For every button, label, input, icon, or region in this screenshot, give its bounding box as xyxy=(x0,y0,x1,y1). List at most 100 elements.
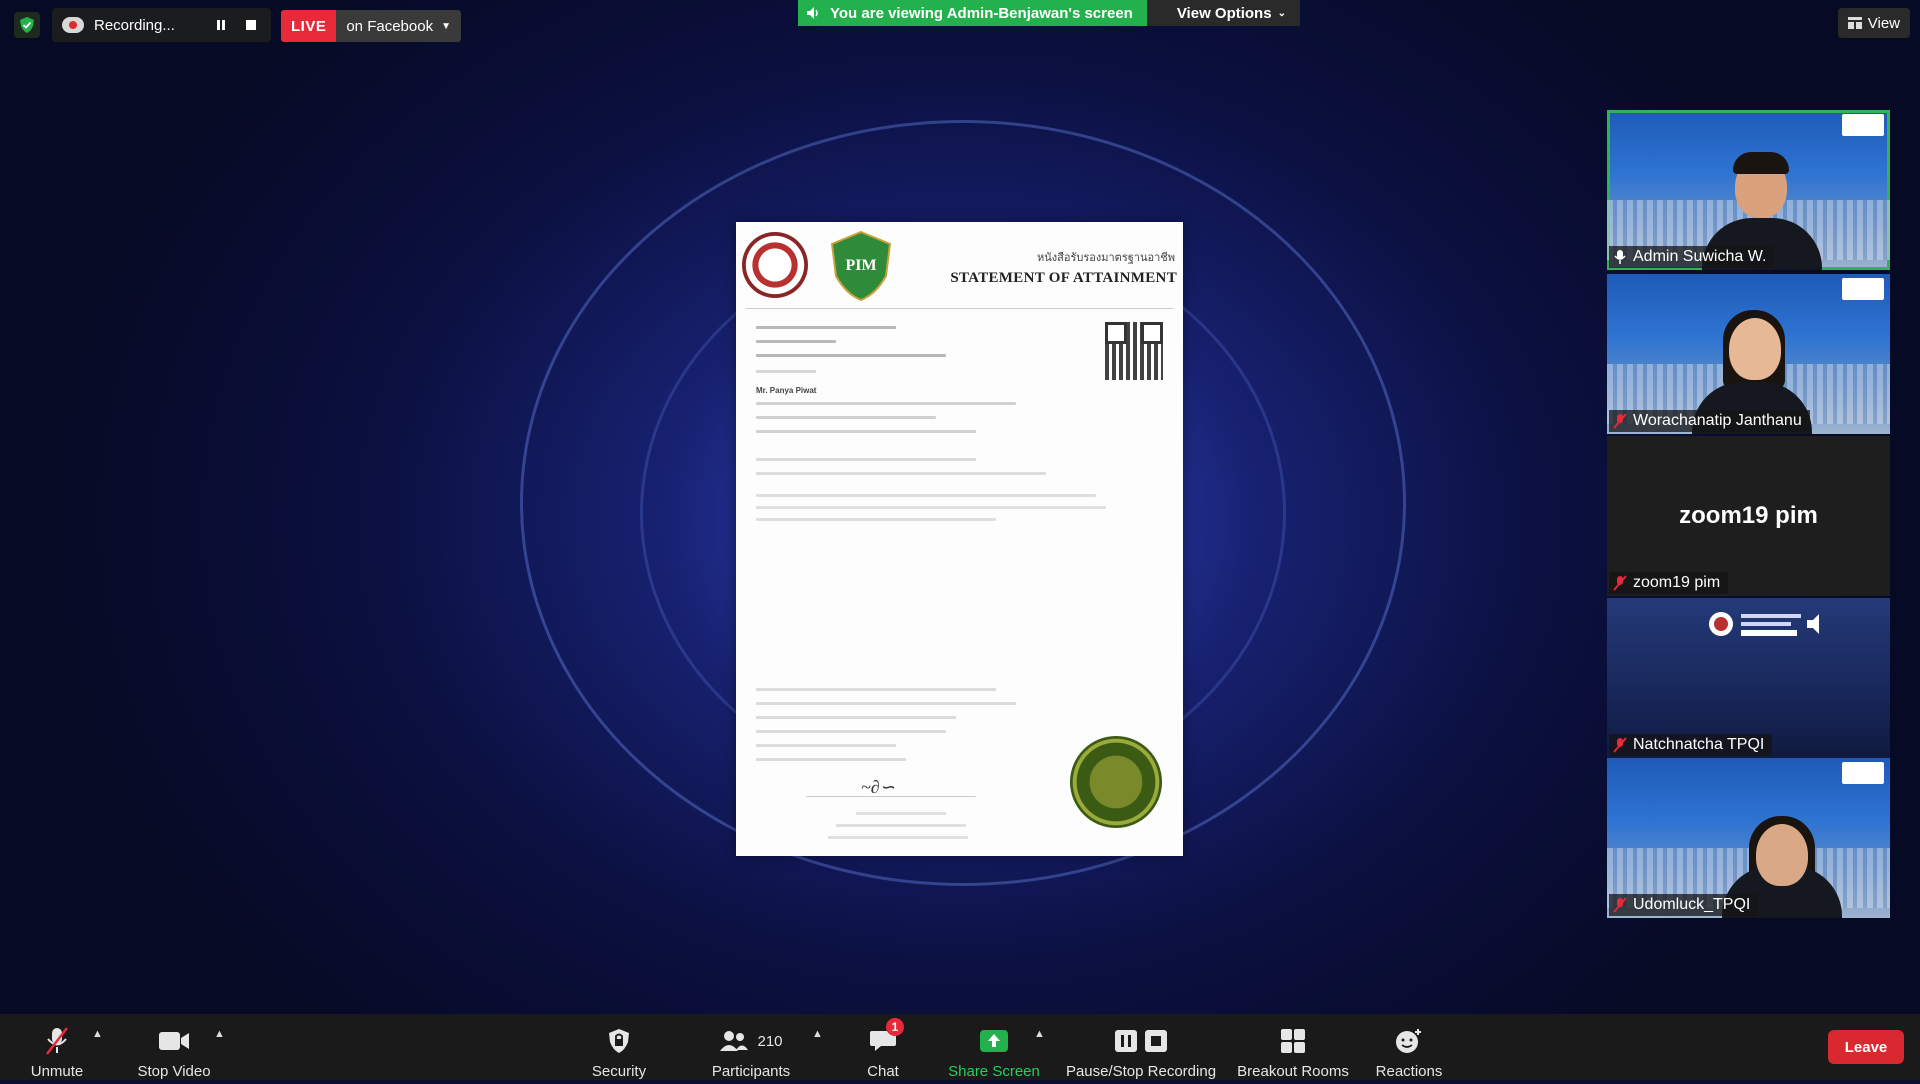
chat-label: Chat xyxy=(867,1063,899,1080)
participants-button[interactable]: 210 Participants xyxy=(706,1014,796,1084)
svg-text:PIM: PIM xyxy=(845,257,876,274)
gold-seal-stamp xyxy=(1070,736,1162,828)
signature-line xyxy=(806,796,976,797)
chat-notification-badge: 1 xyxy=(886,1018,904,1036)
pause-icon xyxy=(216,20,225,30)
participant-tile[interactable]: Natchnatcha TPQI xyxy=(1607,598,1890,758)
participant-tile[interactable]: zoom19 pim zoom19 pim xyxy=(1607,436,1890,596)
share-options-chevron-icon[interactable]: ▲ xyxy=(1034,1028,1045,1040)
live-destination-dropdown[interactable]: on Facebook ▼ xyxy=(336,10,461,42)
recipient-name: Mr. Panya Piwat xyxy=(756,386,817,395)
pause-recording-button[interactable] xyxy=(211,15,231,35)
participant-name: Worachanatip Janthanu xyxy=(1633,412,1802,429)
text-line xyxy=(756,494,1096,497)
background-logos xyxy=(1842,114,1884,136)
screen-share-banner: You are viewing Admin-Benjawan's screen … xyxy=(798,0,1300,26)
text-line xyxy=(828,836,968,839)
unmute-label: Unmute xyxy=(30,1063,84,1080)
caret-down-icon: ▼ xyxy=(441,20,451,32)
text-line xyxy=(756,758,906,761)
live-destination-text: on Facebook xyxy=(346,17,434,35)
text-line xyxy=(756,518,996,521)
chat-button[interactable]: 1 Chat xyxy=(856,1014,910,1084)
muted-microphone-icon xyxy=(1613,897,1627,913)
participant-name: zoom19 pim xyxy=(1633,574,1721,591)
reactions-button[interactable]: Reactions xyxy=(1372,1014,1446,1084)
share-screen-button[interactable]: Share Screen xyxy=(946,1014,1042,1084)
participant-name-label: Udomluck_TPQI xyxy=(1609,894,1759,916)
view-options-button[interactable]: View Options ⌄ xyxy=(1146,0,1300,26)
participant-name-label: Worachanatip Janthanu xyxy=(1609,410,1810,432)
participants-icon xyxy=(720,1031,749,1051)
chevron-down-icon: ⌄ xyxy=(1277,7,1286,19)
breakout-rooms-label: Breakout Rooms xyxy=(1237,1063,1349,1080)
participant-tile[interactable]: Admin Suwicha W. xyxy=(1607,110,1890,270)
text-line xyxy=(756,326,896,329)
security-label: Security xyxy=(591,1063,647,1080)
pim-shield-logo: PIM xyxy=(830,230,892,302)
participant-display-name: zoom19 pim xyxy=(1679,502,1818,529)
stop-icon xyxy=(245,20,256,30)
text-line xyxy=(856,812,946,815)
text-line xyxy=(756,506,1106,509)
participant-tile[interactable]: Udomluck_TPQI xyxy=(1607,758,1890,918)
text-line xyxy=(756,472,1046,475)
participants-label: Participants xyxy=(711,1063,791,1080)
viewing-message: You are viewing Admin-Benjawan's screen xyxy=(798,0,1147,26)
text-line xyxy=(756,416,936,419)
breakout-rooms-button[interactable]: Breakout Rooms xyxy=(1236,1014,1350,1084)
view-layout-button[interactable]: View xyxy=(1837,8,1910,38)
participant-name-label: Natchnatcha TPQI xyxy=(1609,734,1773,756)
qr-code xyxy=(1105,322,1163,380)
muted-microphone-icon xyxy=(1613,737,1627,753)
participant-name: Admin Suwicha W. xyxy=(1633,248,1767,265)
text-line xyxy=(756,370,816,373)
breakout-rooms-icon xyxy=(1281,1029,1305,1053)
participant-tile[interactable]: Worachanatip Janthanu xyxy=(1607,274,1890,434)
participant-name: Udomluck_TPQI xyxy=(1633,896,1751,913)
tpqi-seal-logo xyxy=(742,232,808,298)
muted-microphone-icon xyxy=(1613,413,1627,429)
pause-stop-recording-label: Pause/Stop Recording xyxy=(1065,1063,1217,1080)
unmute-button[interactable]: Unmute xyxy=(20,1014,94,1084)
muted-microphone-icon xyxy=(46,1027,68,1055)
meeting-toolbar: Unmute ▲ Stop Video ▲ Security 210 Parti… xyxy=(0,1014,1920,1080)
share-screen-icon xyxy=(980,1030,1008,1052)
text-line xyxy=(756,430,976,433)
share-screen-label: Share Screen xyxy=(948,1063,1040,1080)
recording-indicator: Recording... xyxy=(52,8,271,42)
stop-recording-button[interactable] xyxy=(241,15,261,35)
background-logos xyxy=(1842,278,1884,300)
participant-name-label: zoom19 pim xyxy=(1609,572,1729,594)
text-line xyxy=(756,458,976,461)
shield-icon xyxy=(609,1029,629,1053)
pause-stop-recording-button[interactable]: Pause/Stop Recording xyxy=(1064,1014,1218,1084)
text-line xyxy=(756,702,1016,705)
video-camera-icon xyxy=(159,1032,189,1050)
text-line xyxy=(756,340,836,343)
participants-options-chevron-icon[interactable]: ▲ xyxy=(812,1028,823,1040)
stop-video-button[interactable]: Stop Video xyxy=(132,1014,216,1084)
live-badge: LIVE xyxy=(281,10,337,42)
audio-options-chevron-icon[interactable]: ▲ xyxy=(92,1028,103,1040)
muted-microphone-icon xyxy=(1613,575,1627,591)
shared-certificate-document: PIM หนังสือรับรองมาตรฐานอาชีพ STATEMENT … xyxy=(736,222,1183,856)
security-shield-icon[interactable] xyxy=(14,12,40,38)
leave-meeting-button[interactable]: Leave xyxy=(1828,1030,1904,1064)
live-stream-status[interactable]: LIVE on Facebook ▼ xyxy=(281,10,461,42)
participant-name-label: Admin Suwicha W. xyxy=(1609,246,1775,268)
text-line xyxy=(756,744,896,747)
divider xyxy=(746,308,1173,309)
text-line xyxy=(836,824,966,827)
participants-count: 210 xyxy=(757,1032,783,1050)
video-options-chevron-icon[interactable]: ▲ xyxy=(214,1028,225,1040)
security-button[interactable]: Security xyxy=(586,1014,652,1084)
viewing-message-text: You are viewing Admin-Benjawan's screen xyxy=(830,4,1133,22)
certificate-header-thai: หนังสือรับรองมาตรฐานอาชีพ xyxy=(1037,252,1175,264)
pause-icon xyxy=(1115,1030,1137,1052)
text-line xyxy=(756,716,956,719)
text-line xyxy=(756,688,996,691)
stop-icon xyxy=(1145,1030,1167,1052)
reactions-label: Reactions xyxy=(1375,1063,1443,1080)
stop-video-label: Stop Video xyxy=(137,1063,211,1080)
